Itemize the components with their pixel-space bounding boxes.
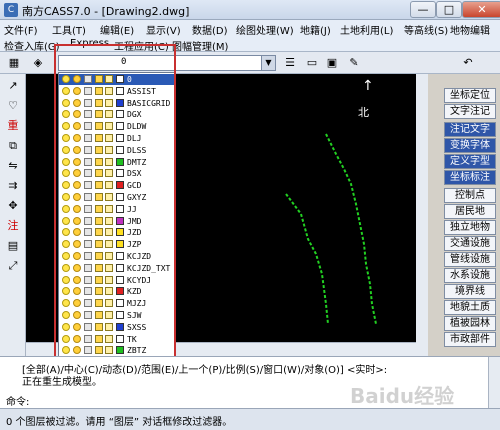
line-type-icon[interactable]: ☰ [282, 55, 298, 71]
arrow-icon[interactable]: ↗ [5, 78, 21, 94]
coordinate-mark-button[interactable]: 坐标标注 [444, 170, 496, 185]
boundary-button[interactable]: 境界线 [444, 284, 496, 299]
text-note-button[interactable]: 文字注记 [444, 104, 496, 119]
menu-view[interactable]: 显示(V) [146, 22, 181, 37]
command-scrollbar[interactable] [488, 357, 500, 409]
coordinate-locate-button[interactable]: 坐标定位 [444, 88, 496, 103]
menu-drawing[interactable]: 绘图处理(W) [236, 22, 294, 37]
menu-tools[interactable]: 工具(T) [52, 22, 86, 37]
menu-edit[interactable]: 编辑(E) [100, 22, 134, 37]
undo-icon[interactable]: ↶ [460, 55, 476, 71]
minimize-button[interactable]: — [410, 1, 436, 18]
repeat-icon[interactable]: 重 [5, 118, 21, 134]
grid-icon[interactable]: ▤ [5, 238, 21, 254]
status-text: 0 个图层被过滤。请用 “图层” 对话框修改过滤器。 [6, 417, 233, 428]
watermark: Baidu经验 [350, 384, 455, 408]
control-point-button[interactable]: 控制点 [444, 188, 496, 203]
residential-button[interactable]: 居民地 [444, 204, 496, 219]
right-panel-icons [416, 74, 428, 356]
menu-cadastre[interactable]: 地籍(J) [300, 22, 331, 37]
status-bar: 0 个图层被过滤。请用 “图层” 对话框修改过滤器。 [0, 408, 500, 430]
layer-state-icon[interactable]: ◈ [30, 55, 46, 71]
highlight-frame [54, 44, 176, 386]
menu-sheet[interactable]: 图幅管理(M) [172, 38, 228, 53]
pipeline-button[interactable]: 管线设施 [444, 252, 496, 267]
define-font-button[interactable]: 定义字型 [444, 154, 496, 169]
title-bar: C 南方CASS7.0 - [Drawing2.dwg] — □ ✕ [0, 0, 500, 20]
north-arrow-icon: ↑ [362, 78, 374, 94]
command-history-line-2: 正在重生成模型。 [22, 377, 102, 388]
command-prompt[interactable]: 命令: [6, 393, 29, 408]
window-title: 南方CASS7.0 - [Drawing2.dwg] [22, 5, 190, 18]
mirror-icon[interactable]: ⇋ [5, 158, 21, 174]
right-panel: 坐标定位 文字注记 注记文字 变换字体 定义字型 坐标标注 控制点 居民地 独立… [416, 74, 500, 356]
vegetation-button[interactable]: 植被园林 [444, 316, 496, 331]
left-toolbar: ↗ ♡ 重 ⧉ ⇋ ⇉ ✥ 注 ▤ ⤢ [0, 74, 26, 364]
close-button[interactable]: ✕ [462, 1, 500, 18]
transport-button[interactable]: 交通设施 [444, 236, 496, 251]
menu-check[interactable]: 检查入库(G) [4, 38, 60, 53]
independent-feature-button[interactable]: 独立地物 [444, 220, 496, 235]
north-label: 北 [358, 106, 369, 119]
note-text-button[interactable]: 注记文字 [444, 122, 496, 137]
change-font-button[interactable]: 变换字体 [444, 138, 496, 153]
pencil-icon[interactable]: ✎ [346, 55, 362, 71]
layer-manager-icon[interactable]: ▦ [6, 55, 22, 71]
maximize-button[interactable]: □ [436, 1, 462, 18]
menu-file[interactable]: 文件(F) [4, 22, 38, 37]
chevron-down-icon[interactable]: ▼ [261, 56, 275, 70]
open-icon[interactable]: ▭ [304, 55, 320, 71]
landform-button[interactable]: 地貌土质 [444, 300, 496, 315]
municipal-button[interactable]: 市政部件 [444, 332, 496, 347]
scale-icon[interactable]: ⤢ [5, 258, 21, 274]
heart-icon[interactable]: ♡ [5, 98, 21, 114]
note-icon[interactable]: 注 [5, 218, 21, 234]
save-icon[interactable]: ▣ [324, 55, 340, 71]
menu-bar-main: 文件(F) 工具(T) 编辑(E) 显示(V) 数据(D) 绘图处理(W) 地籍… [0, 20, 500, 37]
water-system-button[interactable]: 水系设施 [444, 268, 496, 283]
menu-data[interactable]: 数据(D) [192, 22, 228, 37]
copy-icon[interactable]: ⧉ [5, 138, 21, 154]
menu-land-use[interactable]: 土地利用(L) [340, 22, 393, 37]
offset-icon[interactable]: ⇉ [5, 178, 21, 194]
move-icon[interactable]: ✥ [5, 198, 21, 214]
menu-feature-edit[interactable]: 地物编辑 [450, 22, 490, 37]
menu-contour[interactable]: 等高线(S) [404, 22, 448, 37]
app-icon: C [4, 3, 18, 17]
